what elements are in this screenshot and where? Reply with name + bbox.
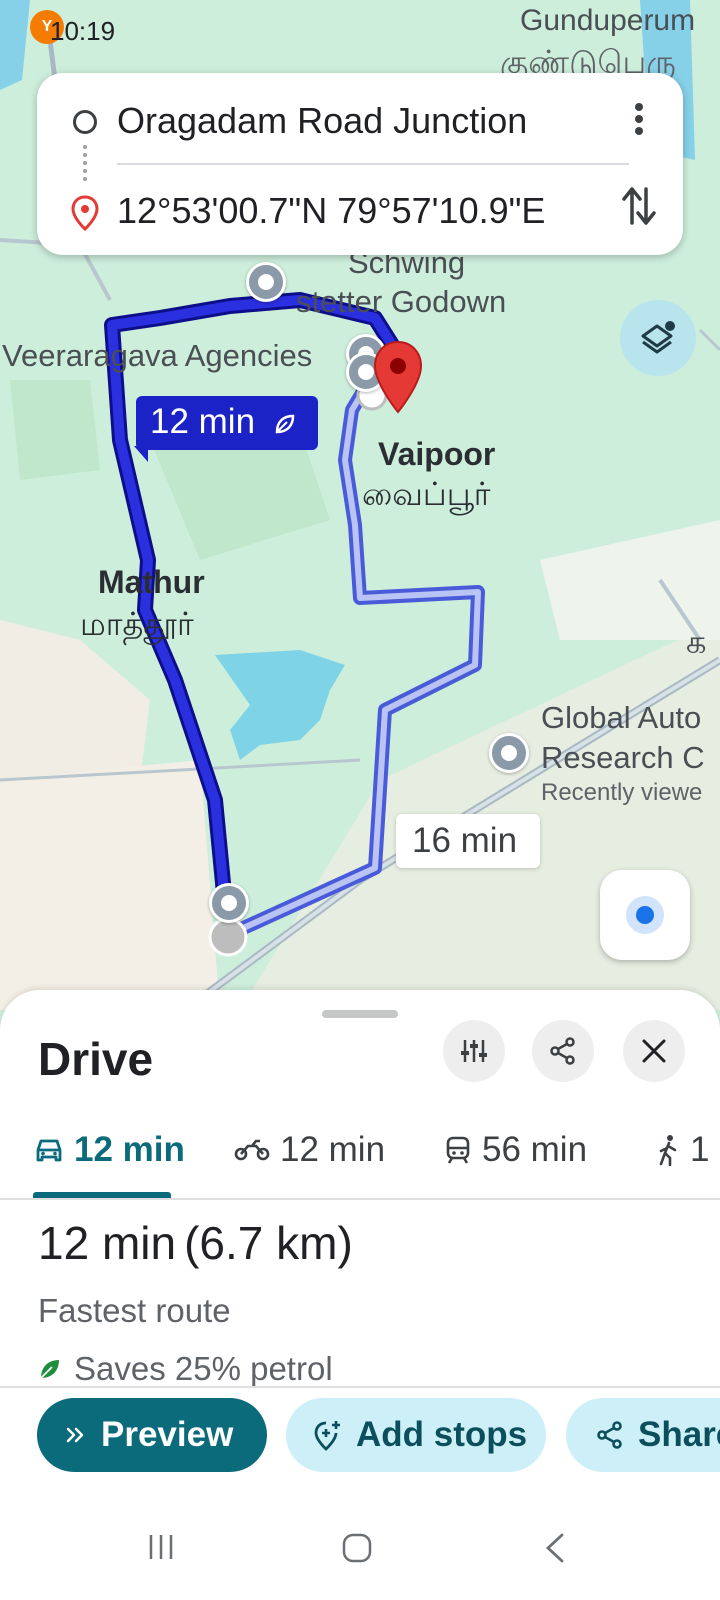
destination-pin-icon[interactable]: [373, 340, 423, 414]
destination-field[interactable]: 12°53'00.7"N 79°57'10.9"E: [117, 190, 545, 232]
fastest-route-time-chip[interactable]: 12 min: [136, 396, 318, 450]
divider: [117, 163, 629, 165]
route-input-card: Oragadam Road Junction 12°53'00.7"N 79°5…: [37, 73, 683, 255]
tab-motorbike[interactable]: 12 min: [234, 1124, 385, 1176]
status-bar: Y 10:19: [0, 0, 720, 58]
directions-bottom-sheet: Drive 12 min 12 min 56 min 1 12 min (6.7…: [0, 990, 720, 1510]
sheet-title: Drive: [38, 1033, 154, 1085]
route-summary[interactable]: 12 min (6.7 km) Fastest route Saves 25% p…: [38, 1216, 353, 1388]
share-icon: [597, 1421, 622, 1449]
motorbike-icon: [234, 1139, 270, 1161]
add-location-icon: [314, 1421, 340, 1451]
add-stops-button[interactable]: Add stops: [286, 1398, 546, 1472]
car-icon: [36, 1139, 62, 1162]
tab-drive[interactable]: 12 min: [34, 1124, 185, 1176]
origin-field[interactable]: Oragadam Road Junction: [117, 100, 527, 142]
route-duration: 12 min: [38, 1217, 177, 1269]
status-time: 10:19: [50, 16, 116, 46]
destination-pin-icon: [71, 195, 99, 231]
share-button[interactable]: [532, 1020, 594, 1082]
preview-label: Preview: [101, 1415, 234, 1454]
route-time-label: 12 min: [150, 402, 256, 441]
map-label: Global Auto: [541, 700, 702, 735]
eco-leaf-icon: [40, 1360, 59, 1379]
swap-route-icon[interactable]: [619, 183, 659, 229]
tab-walk-time: 1 h: [690, 1130, 720, 1169]
share-route-button[interactable]: Share: [566, 1398, 720, 1472]
map-label: Recently viewe: [541, 779, 703, 806]
poi-marker-icon[interactable]: [489, 733, 529, 773]
sheet-drag-handle[interactable]: [322, 1010, 398, 1018]
preview-button[interactable]: Preview: [37, 1398, 267, 1472]
poi-marker-icon[interactable]: [246, 262, 286, 302]
map-label: stetter Godown: [296, 284, 507, 319]
recent-apps-icon[interactable]: [146, 1532, 176, 1562]
double-chevron-right-icon: [66, 1427, 84, 1443]
map-label: Mathur: [98, 564, 205, 600]
start-marker-icon[interactable]: [209, 883, 249, 923]
origin-circle-icon: [73, 110, 97, 134]
active-tab-indicator: [33, 1192, 171, 1198]
share-icon: [550, 1037, 575, 1065]
close-icon: [642, 1039, 666, 1063]
system-navigation-bar: [0, 1510, 720, 1600]
back-icon[interactable]: [542, 1532, 568, 1564]
map-label: க: [686, 624, 707, 660]
route-description: Fastest route: [38, 1292, 231, 1329]
home-icon[interactable]: [341, 1532, 373, 1564]
map-label: Veeraragava Agencies: [2, 338, 313, 373]
close-button[interactable]: [623, 1020, 685, 1082]
map-label: மாத்தூர்: [80, 606, 194, 642]
route-distance: (6.7 km): [184, 1217, 353, 1269]
share-route-label: Share: [638, 1415, 720, 1454]
travel-mode-tabs: 12 min 12 min 56 min 1 h: [0, 1110, 720, 1200]
alternate-route-time-chip[interactable]: 16 min: [396, 814, 540, 868]
map-label: Research C: [541, 740, 705, 775]
eco-leaf-icon: [275, 414, 295, 434]
train-icon: [446, 1136, 470, 1164]
walk-icon: [659, 1135, 677, 1166]
map-label: Vaipoor: [378, 436, 496, 472]
tab-transit[interactable]: 56 min: [444, 1124, 587, 1176]
map-label: வைப்பூர்: [362, 476, 491, 512]
route-connector: [83, 145, 87, 181]
divider: [0, 1386, 720, 1388]
route-time-label: 16 min: [412, 821, 518, 860]
tab-walk[interactable]: 1 h: [656, 1124, 720, 1176]
my-location-button[interactable]: [600, 870, 690, 960]
layers-icon: [641, 321, 675, 354]
more-options-icon[interactable]: [621, 99, 657, 139]
action-buttons-row: Preview Add stops Share: [0, 1398, 720, 1476]
tab-motorbike-time: 12 min: [280, 1130, 386, 1169]
tab-drive-time: 12 min: [74, 1130, 185, 1169]
tab-transit-time: 56 min: [482, 1130, 588, 1169]
add-stops-label: Add stops: [356, 1415, 528, 1454]
sliders-icon: [461, 1040, 487, 1062]
eco-savings-label: Saves 25% petrol: [74, 1350, 333, 1387]
map-layers-button[interactable]: [620, 300, 696, 376]
my-location-icon: [626, 896, 664, 934]
route-options-button[interactable]: [443, 1020, 505, 1082]
